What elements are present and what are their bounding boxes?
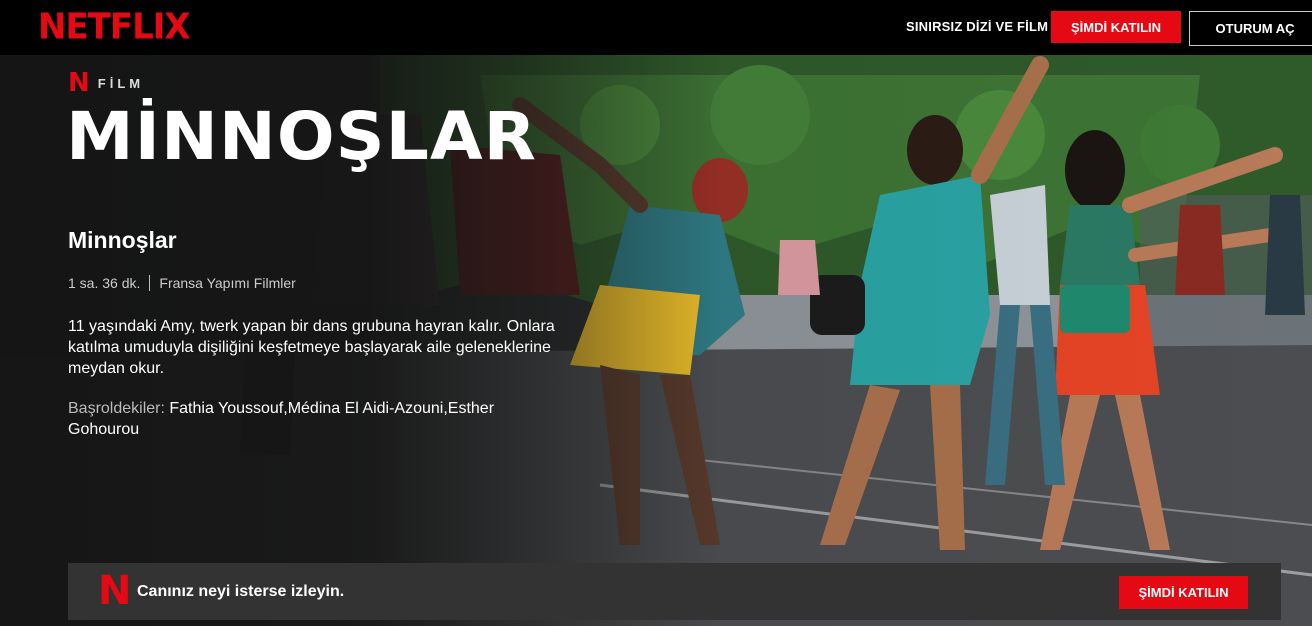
netflix-logo[interactable]: NETFLIX [38,5,191,49]
film-type-label: FİLM [97,75,145,91]
cast-label: Başroldekiler: [68,400,170,417]
title-logo: MİNNOŞLAR [66,98,538,175]
signup-banner: N Canınız neyi isterse izleyin. ŞİMDİ KA… [68,563,1281,620]
netflix-n-icon: N [98,568,132,614]
meta-divider [149,275,151,291]
header-tagline: SINIRSIZ DİZİ VE FİLM [906,19,1049,34]
top-navigation: NETFLIX SINIRSIZ DİZİ VE FİLM ŞİMDİ KATI… [0,0,1312,55]
cast-line: Başroldekiler: Fathia Youssouf,Médina El… [68,398,528,440]
hero-section: N FİLM MİNNOŞLAR Minnoşlar 1 sa. 36 dk. … [0,55,1312,626]
sign-in-button[interactable]: OTURUM AÇ [1189,11,1312,46]
movie-title: Minnoşlar [68,227,177,253]
synopsis: 11 yaşındaki Amy, twerk yapan bir dans g… [68,318,555,377]
netflix-n-icon: N [68,68,90,98]
movie-meta: 1 sa. 36 dk. Fransa Yapımı Filmler [68,275,296,291]
banner-message: Canınız neyi isterse izleyin. [137,583,345,600]
film-badge: N FİLM [68,70,144,96]
join-now-button[interactable]: ŞİMDİ KATILIN [1051,11,1181,43]
banner-join-button[interactable]: ŞİMDİ KATILIN [1119,576,1248,609]
duration: 1 sa. 36 dk. [68,275,141,291]
genre-link[interactable]: Fransa Yapımı Filmler [159,275,295,291]
